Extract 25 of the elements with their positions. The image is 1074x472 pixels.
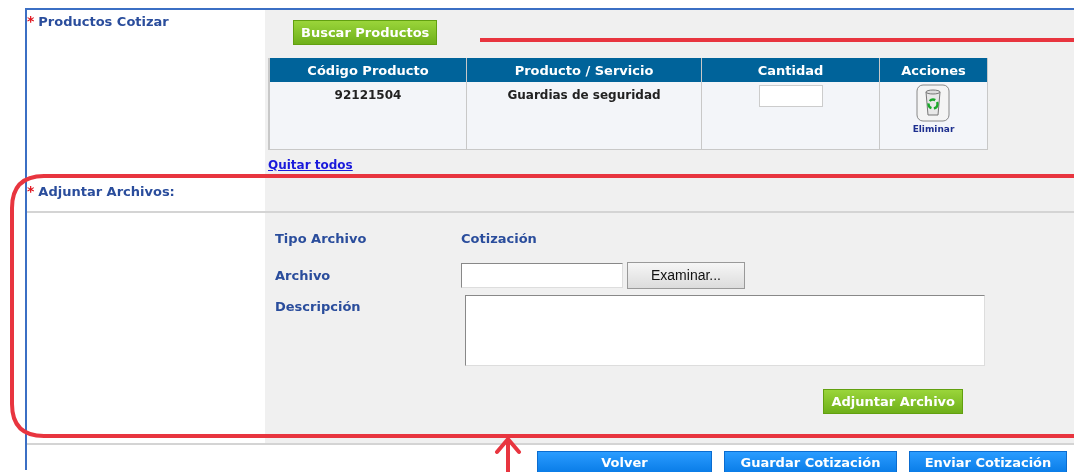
- table-cell: 92121504: [334, 88, 402, 102]
- footer-button[interactable]: Guardar Cotización: [724, 451, 897, 472]
- browse-button[interactable]: Examinar...: [627, 261, 745, 289]
- description-field[interactable]: [465, 295, 985, 366]
- section-title: Adjuntar Archivos:: [38, 184, 175, 199]
- file-path-field[interactable]: [461, 262, 623, 288]
- field-label: Descripción: [275, 298, 361, 314]
- column-header: Acciones: [879, 58, 987, 82]
- field-label: Tipo Archivo: [275, 230, 367, 246]
- attach-file-button[interactable]: Adjuntar Archivo: [823, 389, 963, 414]
- search-products-button[interactable]: Buscar Productos: [293, 20, 438, 45]
- footer-button[interactable]: Volver: [537, 451, 712, 472]
- file-type-value: Cotización: [461, 230, 537, 246]
- column-header: Cantidad: [701, 58, 879, 82]
- remove-all-link[interactable]: Quitar todos: [268, 158, 353, 172]
- column-header: Código Producto: [269, 58, 466, 82]
- section-title: Productos Cotizar: [38, 14, 169, 29]
- quantity-field[interactable]: [758, 85, 823, 107]
- column-header: Producto / Servicio: [466, 58, 701, 82]
- field-label: Archivo: [275, 267, 331, 283]
- pointer-arrow: [495, 435, 521, 472]
- footer-button[interactable]: Enviar Cotización: [909, 451, 1067, 472]
- required-mark: *: [27, 14, 35, 28]
- table-cell: Guardias de seguridad: [507, 88, 661, 102]
- required-mark: *: [27, 184, 35, 198]
